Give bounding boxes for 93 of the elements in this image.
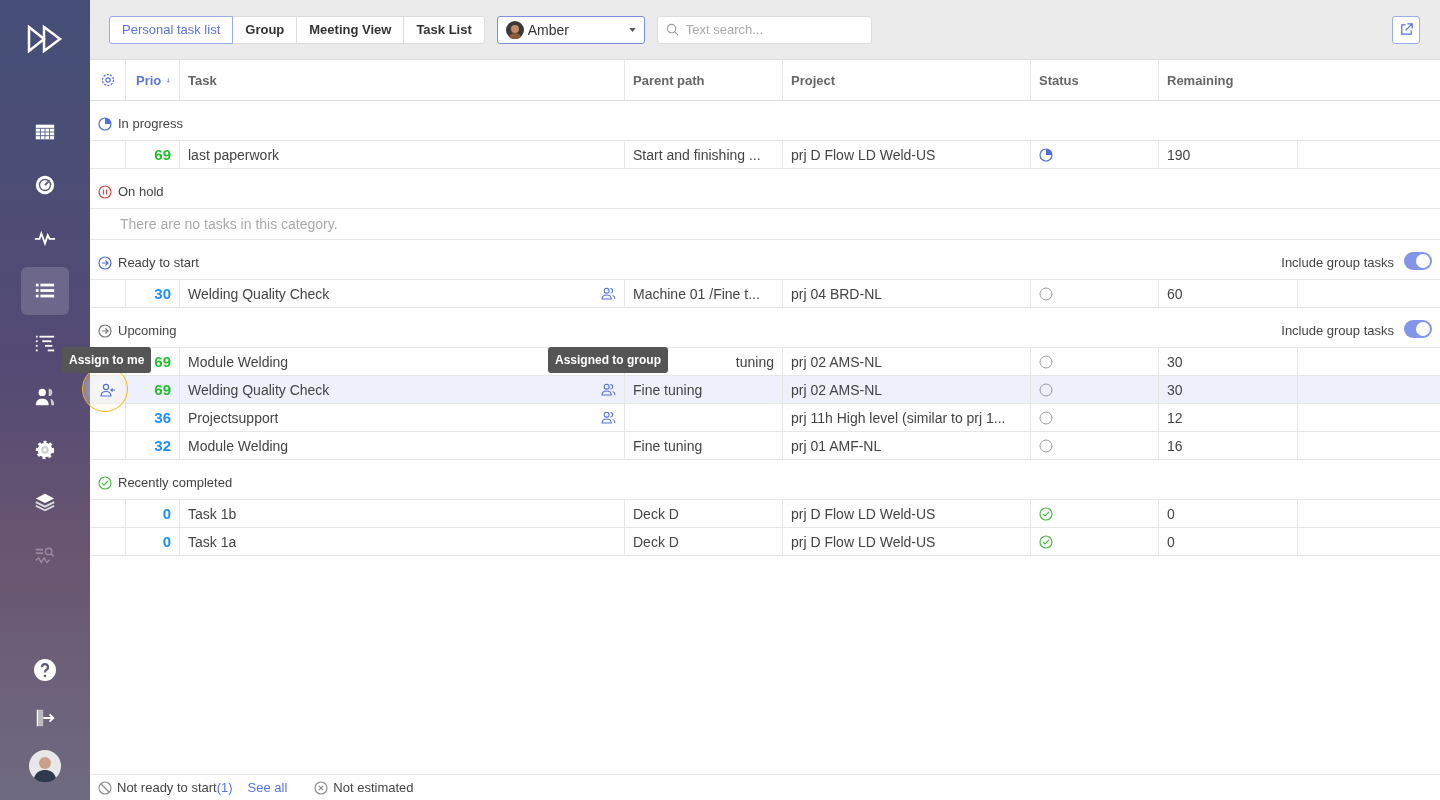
blocked-icon [98, 780, 112, 795]
parent-path: Fine tuning [633, 437, 703, 454]
section-title: In progress [118, 116, 184, 131]
parent-path: Fine tuning [633, 381, 703, 398]
people-icon[interactable] [34, 386, 56, 408]
task-name: Welding Quality Check [188, 285, 330, 302]
task-name: Module Welding [188, 437, 289, 454]
remaining-value: 60 [1167, 285, 1183, 302]
table-row[interactable]: 0 Task 1a Deck D prj D Flow LD Weld-US 0 [90, 528, 1440, 556]
filter-label: Not estimated [333, 780, 414, 795]
priority-number: 32 [154, 437, 171, 454]
toggle-switch[interactable] [1404, 252, 1432, 270]
priority-number: 36 [154, 409, 171, 426]
section-title: On hold [118, 184, 164, 199]
remaining-value: 30 [1167, 353, 1183, 370]
search-field[interactable]: Text search... [656, 15, 872, 44]
settings-icon[interactable] [99, 72, 116, 88]
parent-path: Machine 01 /Fine t... [633, 285, 760, 302]
table-row[interactable]: 30 Welding Quality Check Machine 01 /Fine t... prj 04 BRD-NL 60 [90, 280, 1440, 308]
project-name: prj 01 AMF-NL [791, 437, 882, 454]
project-name: prj D Flow LD Weld-US [791, 505, 936, 522]
parent-path: Deck D [633, 533, 679, 550]
task-name: last paperwork [188, 146, 280, 163]
priority-number: 0 [162, 533, 171, 550]
parent-path: tuning [735, 353, 774, 370]
filter-label: Not ready to start [117, 780, 217, 795]
table-row[interactable]: 36 Projectsupport prj 11h High level (similar to prj 1... 12 [90, 404, 1440, 432]
project-name: prj 11h High level (similar to prj 1... [791, 409, 1006, 426]
double-arrow-logo-icon [27, 25, 63, 53]
tooltip: Assign to me [62, 347, 152, 373]
column-header[interactable]: Task [188, 72, 217, 88]
toggle-label: Include group tasks [1281, 255, 1394, 270]
parent-path: Deck D [633, 505, 679, 522]
user-dropdown[interactable]: Amber [496, 15, 645, 44]
section-title: Upcoming [118, 323, 177, 338]
project-name: prj 02 AMS-NL [791, 381, 883, 398]
avatar[interactable] [29, 750, 61, 782]
section-title: Ready to start [118, 255, 199, 270]
priority-number: 69 [154, 353, 171, 370]
table-row[interactable]: 69 last paperwork Start and finishing ... prj D Flow LD Weld-US 190 [90, 141, 1440, 169]
tab[interactable]: Group [232, 15, 298, 44]
table-row[interactable]: 0 Task 1b Deck D prj D Flow LD Weld-US 0 [90, 500, 1440, 528]
remaining-value: 12 [1167, 409, 1183, 426]
task-name: Task 1a [188, 533, 237, 550]
tab[interactable]: Personal task list [109, 15, 234, 44]
project-name: prj D Flow LD Weld-US [791, 533, 936, 550]
avatar [505, 20, 524, 39]
remaining-value: 16 [1167, 437, 1183, 454]
table-row[interactable]: 69 Welding Quality Check Fine tuning prj 02 AMS-NL 30 [90, 376, 1440, 404]
cross-circle-icon [314, 780, 329, 795]
caret-icon [628, 27, 636, 32]
remaining-value: 190 [1167, 146, 1191, 163]
column-header[interactable]: Prio [136, 72, 162, 88]
priority-number: 0 [162, 505, 171, 522]
count: (1) [216, 780, 233, 795]
project-name: prj 02 AMS-NL [791, 353, 883, 370]
gauge-icon[interactable] [34, 174, 56, 196]
sidebar-item[interactable] [21, 267, 69, 315]
project-name: prj 04 BRD-NL [791, 285, 883, 302]
remaining-value: 0 [1167, 505, 1175, 522]
toggle-switch[interactable] [1404, 320, 1432, 338]
gear-icon[interactable] [34, 439, 56, 461]
logout-icon[interactable] [34, 707, 56, 729]
parent-path: Start and finishing ... [633, 146, 761, 163]
priority-number: 69 [154, 381, 171, 398]
empty-message: There are no tasks in this category. [120, 216, 338, 232]
assign-person-icon[interactable] [99, 382, 116, 397]
column-header[interactable]: Project [791, 72, 836, 88]
task-name: Welding Quality Check [188, 381, 330, 398]
see-all-link[interactable]: See all [247, 780, 288, 795]
project-name: prj D Flow LD Weld-US [791, 146, 936, 163]
priority-number: 69 [154, 146, 171, 163]
task-name: Task 1b [188, 505, 237, 522]
task-name: Projectsupport [188, 409, 279, 426]
tab[interactable]: Meeting View [296, 15, 405, 44]
column-header[interactable]: Parent path [633, 72, 705, 88]
remaining-value: 0 [1167, 533, 1175, 550]
external-link-icon [1398, 22, 1414, 37]
external-link-button[interactable] [1392, 15, 1420, 44]
column-header[interactable]: Status [1039, 72, 1079, 88]
remaining-value: 30 [1167, 381, 1183, 398]
layers-icon[interactable] [34, 492, 56, 514]
tooltip: Assigned to group [548, 347, 668, 373]
section-title: Recently completed [118, 475, 233, 490]
task-name: Module Welding [188, 353, 289, 370]
tab[interactable]: Task List [403, 15, 485, 44]
sort-arrow-icon [166, 75, 171, 85]
help-icon[interactable] [33, 658, 57, 682]
table-row[interactable]: 32 Module Welding Fine tuning prj 01 AMF-NL 16 [90, 432, 1440, 460]
toggle-label: Include group tasks [1281, 323, 1394, 338]
priority-number: 30 [154, 285, 171, 302]
column-header[interactable]: Remaining [1167, 72, 1234, 88]
search-icon [665, 22, 679, 36]
